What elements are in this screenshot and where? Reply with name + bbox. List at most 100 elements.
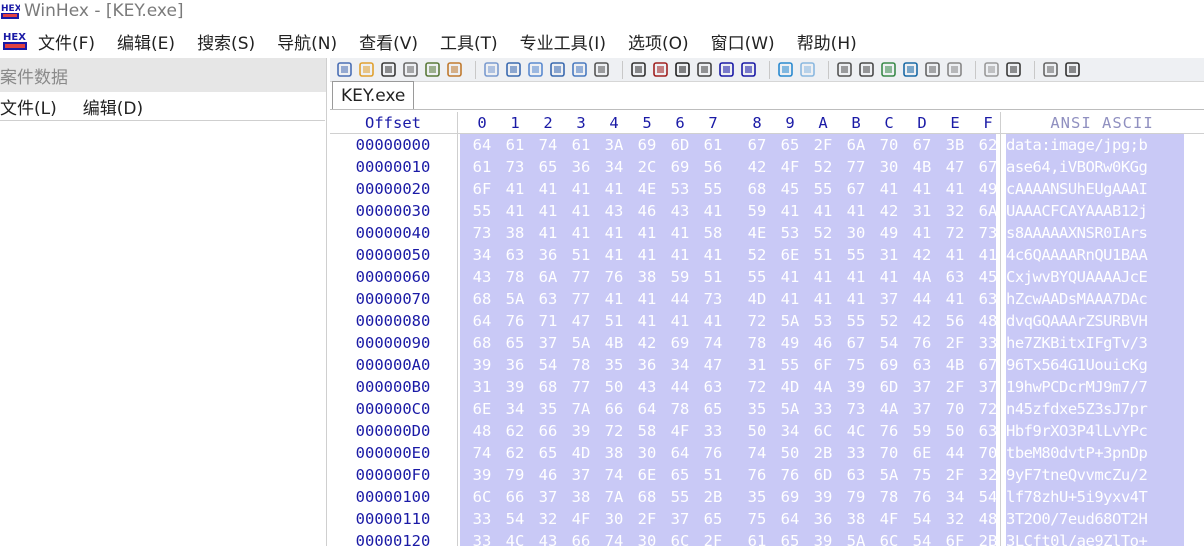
copy-icon[interactable]	[505, 61, 522, 78]
ascii-text[interactable]: tbeM80dvtP+3pnDp	[1006, 444, 1184, 462]
hex-byte[interactable]: 72	[977, 400, 999, 418]
new-file-icon[interactable]	[336, 61, 353, 78]
hex-row[interactable]: 000000A0 39 36 54 78 35 36 34 47 31 55 6F 75 69 63 4B 67…	[330, 354, 1204, 376]
ascii-text[interactable]: 96Tx564G1UouicKg	[1006, 356, 1184, 374]
hex-byte[interactable]: 36	[636, 356, 658, 374]
hex-byte[interactable]: 64	[471, 312, 493, 330]
menu-options[interactable]: 选项(O)	[628, 29, 689, 54]
hex-byte[interactable]: 37	[669, 510, 691, 528]
hex-byte[interactable]: 76	[746, 466, 768, 484]
hex-byte[interactable]: 30	[878, 158, 900, 176]
hex-byte[interactable]: 64	[669, 444, 691, 462]
case-menu-file[interactable]: 文件(L)	[0, 94, 57, 119]
hex-byte[interactable]: 2C	[636, 158, 658, 176]
hex-byte[interactable]: 41	[845, 268, 867, 286]
hex-byte[interactable]: 41	[977, 246, 999, 264]
menu-help[interactable]: 帮助(H)	[797, 29, 857, 54]
hex-byte[interactable]: 66	[537, 422, 559, 440]
hex-byte[interactable]: 45	[977, 268, 999, 286]
hex-byte[interactable]: 70	[878, 444, 900, 462]
ascii-text[interactable]: 9yF7tneQvvmcZu/2	[1006, 466, 1184, 484]
ascii-text[interactable]: data:image/jpg;b	[1006, 136, 1184, 154]
hex-byte[interactable]: 65	[702, 400, 724, 418]
hex-byte[interactable]: 52	[878, 312, 900, 330]
hex-byte[interactable]: 2B	[702, 488, 724, 506]
hex-byte[interactable]: 50	[746, 422, 768, 440]
hex-byte[interactable]: 30	[636, 532, 658, 546]
hex-byte[interactable]: 41	[603, 246, 625, 264]
hex-byte[interactable]: 78	[504, 268, 526, 286]
hex-byte[interactable]: 66	[603, 400, 625, 418]
hex-byte[interactable]: 41	[812, 202, 834, 220]
hex-byte[interactable]: 55	[845, 312, 867, 330]
hex-byte[interactable]: 76	[702, 444, 724, 462]
hex-byte[interactable]: 52	[812, 224, 834, 242]
hex-byte[interactable]: 4F	[570, 510, 592, 528]
hex-byte[interactable]: 44	[669, 290, 691, 308]
hex-byte[interactable]: 67	[977, 158, 999, 176]
hex-byte[interactable]: 32	[977, 466, 999, 484]
hex-row[interactable]: 00000120 33 4C 43 66 74 30 6C 2F 61 65 39 5A 6C 54 6F 2B…	[330, 530, 1204, 546]
hex-byte[interactable]: 73	[504, 158, 526, 176]
hex-byte[interactable]: 74	[746, 444, 768, 462]
hex-byte[interactable]: 77	[845, 158, 867, 176]
search-icon[interactable]	[924, 61, 941, 78]
hex-byte[interactable]: 76	[504, 312, 526, 330]
hex-row[interactable]: 00000040 73 38 41 41 41 41 41 58 4E 53 52 30 49 41 72 73…	[330, 222, 1204, 244]
hex-byte[interactable]: 53	[669, 180, 691, 198]
hex-byte[interactable]: 6F	[471, 180, 493, 198]
hex-byte[interactable]: 41	[779, 202, 801, 220]
hex-byte[interactable]: 41	[944, 246, 966, 264]
hex-byte[interactable]: 43	[537, 532, 559, 546]
hex-byte[interactable]: 39	[845, 378, 867, 396]
hex-byte[interactable]: 34	[603, 158, 625, 176]
hex-byte[interactable]: 63	[911, 356, 933, 374]
hex-byte[interactable]: 44	[669, 378, 691, 396]
hex-byte[interactable]: 61	[702, 136, 724, 154]
hex-byte[interactable]: 74	[471, 444, 493, 462]
hex-byte[interactable]: 50	[603, 378, 625, 396]
hex-byte[interactable]: 36	[537, 246, 559, 264]
hex-byte[interactable]: 6E	[471, 400, 493, 418]
hex-byte[interactable]: 35	[746, 488, 768, 506]
hex-byte[interactable]: 70	[977, 444, 999, 462]
hex-byte[interactable]: 65	[504, 334, 526, 352]
hex-byte[interactable]: 63	[977, 290, 999, 308]
hex-byte[interactable]: 34	[669, 356, 691, 374]
properties-icon[interactable]	[424, 61, 441, 78]
hex-byte[interactable]: 73	[702, 290, 724, 308]
hex-byte[interactable]: 49	[779, 334, 801, 352]
hex-byte[interactable]: 76	[603, 268, 625, 286]
hex-row[interactable]: 000000E0 74 62 65 4D 38 30 64 76 74 50 2B 33 70 6E 44 70…	[330, 442, 1204, 464]
hex-byte[interactable]: 31	[911, 202, 933, 220]
forward-icon[interactable]	[799, 61, 816, 78]
hex-byte[interactable]: 41	[779, 290, 801, 308]
hex-byte[interactable]: 47	[702, 356, 724, 374]
hex-byte[interactable]: 69	[779, 488, 801, 506]
hex-byte[interactable]: 41	[845, 290, 867, 308]
hex-byte[interactable]: 5A	[779, 400, 801, 418]
window-icon[interactable]	[1042, 61, 1059, 78]
print-icon[interactable]	[402, 61, 419, 78]
hex-byte[interactable]: 55	[845, 246, 867, 264]
hex-byte[interactable]: 59	[911, 422, 933, 440]
replace-hex-icon[interactable]	[696, 61, 713, 78]
hex-byte[interactable]: 63	[977, 422, 999, 440]
hex-byte[interactable]: 55	[779, 356, 801, 374]
hex-byte[interactable]: 30	[636, 444, 658, 462]
hex-byte[interactable]: 41	[669, 246, 691, 264]
hex-byte[interactable]: 33	[471, 510, 493, 528]
hex-byte[interactable]: 51	[570, 246, 592, 264]
menu-pro-tools[interactable]: 专业工具(I)	[520, 29, 606, 54]
hex-row[interactable]: 000000C0 6E 34 35 7A 66 64 78 65 35 5A 33 73 4A 37 70 72…	[330, 398, 1204, 420]
hex-byte[interactable]: 37	[537, 334, 559, 352]
hex-byte[interactable]: 4E	[636, 180, 658, 198]
hex-byte[interactable]: 78	[746, 334, 768, 352]
hex-byte[interactable]: 6C	[471, 488, 493, 506]
hex-byte[interactable]: 45	[779, 180, 801, 198]
undo-icon[interactable]	[483, 61, 500, 78]
hex-byte[interactable]: 6E	[911, 444, 933, 462]
replace-text-icon[interactable]	[674, 61, 691, 78]
hex-byte[interactable]: 5A	[845, 532, 867, 546]
hex-byte[interactable]: 74	[603, 466, 625, 484]
